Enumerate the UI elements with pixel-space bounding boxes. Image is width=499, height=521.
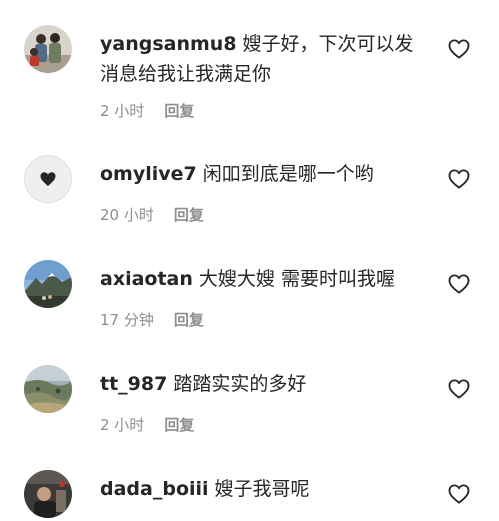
- reply-button[interactable]: 回复: [174, 311, 204, 329]
- reply-button[interactable]: 回复: [164, 102, 194, 120]
- heart-outline-icon: [448, 39, 470, 59]
- comment-body: omylive7 闲吅到底是哪一个哟: [100, 159, 430, 189]
- mountain-photo-avatar: [24, 260, 72, 308]
- comment-text: 闲吅到底是哪一个哟: [202, 163, 374, 185]
- family-photo-avatar: [24, 25, 72, 73]
- comment-body: dada_boiii 嫂子我哥呢: [100, 474, 430, 504]
- like-button[interactable]: [448, 39, 470, 59]
- like-button[interactable]: [448, 169, 470, 189]
- avatar[interactable]: [24, 470, 72, 518]
- comment-time: 17 分钟: [100, 311, 154, 329]
- heart-outline-icon: [448, 379, 470, 399]
- comment-item: yangsanmu8 嫂子好，下次可以发消息给我让我满足你 2 小时 回复: [0, 25, 499, 129]
- like-button[interactable]: [448, 379, 470, 399]
- like-button[interactable]: [448, 484, 470, 504]
- comment-item: axiaotan 大嫂大嫂 需要时叫我喔 17 分钟 回复: [0, 260, 499, 364]
- comment-body: axiaotan 大嫂大嫂 需要时叫我喔: [100, 264, 430, 294]
- comment-item: omylive7 闲吅到底是哪一个哟 20 小时 回复: [0, 155, 499, 259]
- avatar[interactable]: [24, 25, 72, 73]
- comment-username[interactable]: axiaotan: [100, 268, 193, 290]
- reply-button[interactable]: 回复: [164, 416, 194, 434]
- comment-time: 2 小时: [100, 416, 145, 434]
- comment-meta: 20 小时 回复: [100, 205, 204, 225]
- comment-item: dada_boiii 嫂子我哥呢: [0, 470, 499, 521]
- avatar[interactable]: [24, 260, 72, 308]
- comment-meta: 17 分钟 回复: [100, 310, 204, 330]
- comment-username[interactable]: tt_987: [100, 373, 167, 395]
- comment-meta: 2 小时 回复: [100, 415, 194, 435]
- comment-body: yangsanmu8 嫂子好，下次可以发消息给我让我满足你: [100, 29, 430, 89]
- heart-outline-icon: [448, 484, 470, 504]
- comment-username[interactable]: yangsanmu8: [100, 33, 237, 55]
- reply-button[interactable]: 回复: [174, 206, 204, 224]
- person-photo-avatar: [24, 470, 72, 518]
- comment-meta: 2 小时 回复: [100, 101, 194, 121]
- comment-time: 20 小时: [100, 206, 154, 224]
- comment-text: 踏踏实实的多好: [173, 373, 307, 395]
- heart-logo-avatar: [24, 155, 72, 203]
- heart-outline-icon: [448, 169, 470, 189]
- like-button[interactable]: [448, 274, 470, 294]
- comment-username[interactable]: omylive7: [100, 163, 197, 185]
- heart-outline-icon: [448, 274, 470, 294]
- comment-text: 嫂子我哥呢: [214, 478, 310, 500]
- comment-time: 2 小时: [100, 102, 145, 120]
- comment-text: 大嫂大嫂 需要时叫我喔: [198, 268, 395, 290]
- avatar[interactable]: [24, 155, 72, 203]
- comment-item: tt_987 踏踏实实的多好 2 小时 回复: [0, 365, 499, 469]
- comment-username[interactable]: dada_boiii: [100, 478, 209, 500]
- landscape-photo-avatar: [24, 365, 72, 413]
- comment-body: tt_987 踏踏实实的多好: [100, 369, 430, 399]
- avatar[interactable]: [24, 365, 72, 413]
